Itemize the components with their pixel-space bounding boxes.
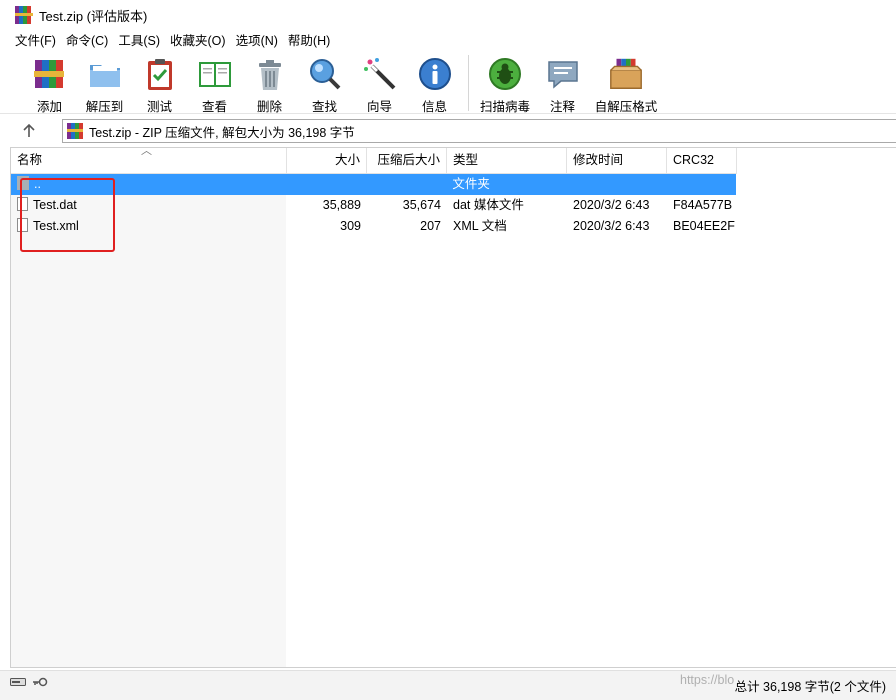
- extract-to-label: 解压到: [85, 100, 124, 114]
- toolbar: 添加 解压到 测试 查看 删除 查找 向导 信息 扫描病毒 注释 自解压格式: [0, 52, 896, 114]
- column-header-type[interactable]: 类型: [447, 148, 567, 174]
- column-header-crc[interactable]: CRC32: [667, 148, 737, 174]
- table-row[interactable]: Test.dat 35,889 35,674 dat 媒体文件 2020/3/2…: [11, 195, 737, 216]
- find-label: 查找: [311, 100, 337, 114]
- file-name: ..: [34, 177, 41, 191]
- winrar-app-icon: [15, 6, 33, 24]
- column-header-modified[interactable]: 修改时间: [567, 148, 667, 174]
- add-label: 添加: [36, 100, 62, 114]
- comment-icon: [544, 55, 582, 93]
- status-icons: [10, 677, 48, 687]
- table-row[interactable]: Test.xml 309 207 XML 文档 2020/3/2 6:43 BE…: [11, 216, 737, 237]
- file-name: Test.dat: [33, 198, 77, 212]
- column-type-label: 类型: [453, 153, 479, 167]
- key-icon[interactable]: [32, 677, 48, 687]
- column-packed-label: 压缩后大小: [377, 153, 440, 167]
- file-type: XML 文档: [453, 219, 507, 233]
- menu-commands[interactable]: 命令(C): [61, 30, 113, 52]
- archive-path-text: Test.zip - ZIP 压缩文件, 解包大小为 36,198 字节: [89, 125, 355, 140]
- comment-label: 注释: [549, 100, 575, 114]
- sort-ascending-icon: ︿: [141, 147, 152, 157]
- bug-icon: [486, 55, 524, 93]
- magnifier-icon: [306, 55, 344, 93]
- info-button[interactable]: 信息: [407, 52, 462, 115]
- delete-label: 删除: [256, 100, 282, 114]
- magic-wand-icon: [361, 55, 399, 93]
- window-title: Test.zip (评估版本): [39, 8, 148, 24]
- info-icon: [416, 55, 454, 93]
- up-arrow-icon[interactable]: [18, 121, 40, 141]
- file-modified: 2020/3/2 6:43: [573, 219, 650, 233]
- find-button[interactable]: 查找: [297, 52, 352, 115]
- column-header-name[interactable]: ︿ 名称: [11, 148, 287, 174]
- extract-folder-icon: [86, 55, 124, 93]
- info-label: 信息: [421, 100, 447, 114]
- file-list[interactable]: ︿ 名称 大小 压缩后大小 类型 修改时间 CRC32 .. 文件夹 Test.…: [10, 147, 896, 668]
- menu-favorites[interactable]: 收藏夹(O): [165, 30, 231, 52]
- table-row-parent-folder[interactable]: .. 文件夹: [11, 174, 736, 195]
- add-button[interactable]: 添加: [22, 52, 77, 115]
- parent-folder-icon: [17, 176, 29, 190]
- column-crc-label: CRC32: [673, 153, 714, 167]
- column-size-label: 大小: [334, 153, 360, 167]
- file-type: 文件夹: [452, 177, 490, 191]
- sfx-button[interactable]: 自解压格式: [590, 52, 662, 115]
- file-type: dat 媒体文件: [453, 198, 524, 212]
- virus-scan-button[interactable]: 扫描病毒: [475, 52, 535, 115]
- menu-options[interactable]: 选项(N): [231, 30, 283, 52]
- trash-can-icon: [251, 55, 289, 93]
- test-label: 测试: [146, 100, 172, 114]
- file-icon: [17, 218, 28, 232]
- file-name: Test.xml: [33, 219, 79, 233]
- toolbar-separator: [468, 55, 469, 111]
- sfx-label: 自解压格式: [594, 100, 658, 114]
- drive-icon[interactable]: [10, 677, 26, 687]
- file-size: 35,889: [322, 198, 361, 212]
- open-book-icon: [196, 55, 234, 93]
- column-header-packed[interactable]: 压缩后大小: [367, 148, 447, 174]
- clipboard-check-icon: [141, 55, 179, 93]
- path-field[interactable]: Test.zip - ZIP 压缩文件, 解包大小为 36,198 字节: [62, 119, 896, 143]
- watermark-text: https://blo: [680, 673, 735, 687]
- column-name-label: 名称: [17, 153, 43, 167]
- file-packed-size: 207: [420, 219, 441, 233]
- menu-file[interactable]: 文件(F): [10, 30, 61, 52]
- file-modified: 2020/3/2 6:43: [573, 198, 650, 212]
- wizard-label: 向导: [366, 100, 392, 114]
- menu-bar: 文件(F) 命令(C) 工具(S) 收藏夹(O) 选项(N) 帮助(H): [0, 30, 896, 52]
- menu-help[interactable]: 帮助(H): [283, 30, 335, 52]
- extract-to-button[interactable]: 解压到: [77, 52, 132, 115]
- wizard-button[interactable]: 向导: [352, 52, 407, 115]
- address-bar: Test.zip - ZIP 压缩文件, 解包大小为 36,198 字节: [0, 117, 896, 145]
- file-packed-size: 35,674: [402, 198, 441, 212]
- menu-tools[interactable]: 工具(S): [113, 30, 165, 52]
- title-bar: Test.zip (评估版本): [0, 0, 896, 30]
- sfx-box-icon: [607, 55, 645, 93]
- zip-archive-icon: [67, 123, 83, 139]
- virus-scan-label: 扫描病毒: [479, 100, 530, 114]
- file-crc: BE04EE2F: [673, 219, 735, 233]
- file-size: 309: [340, 219, 361, 233]
- file-icon: [17, 197, 28, 211]
- file-crc: F84A577B: [673, 198, 733, 212]
- column-modified-label: 修改时间: [573, 153, 624, 167]
- status-bar: 总计 36,198 字节(2 个文件): [0, 670, 896, 700]
- file-rows: .. 文件夹 Test.dat 35,889 35,674 dat 媒体文件 2…: [11, 174, 737, 237]
- list-header: ︿ 名称 大小 压缩后大小 类型 修改时间 CRC32: [11, 148, 737, 174]
- name-column-background: [11, 174, 286, 667]
- comment-button[interactable]: 注释: [535, 52, 590, 115]
- column-header-size[interactable]: 大小: [287, 148, 367, 174]
- view-button[interactable]: 查看: [187, 52, 242, 115]
- status-summary: 总计 36,198 字节(2 个文件): [734, 680, 886, 694]
- view-label: 查看: [201, 100, 227, 114]
- test-button[interactable]: 测试: [132, 52, 187, 115]
- delete-button[interactable]: 删除: [242, 52, 297, 115]
- add-archive-icon: [31, 55, 69, 93]
